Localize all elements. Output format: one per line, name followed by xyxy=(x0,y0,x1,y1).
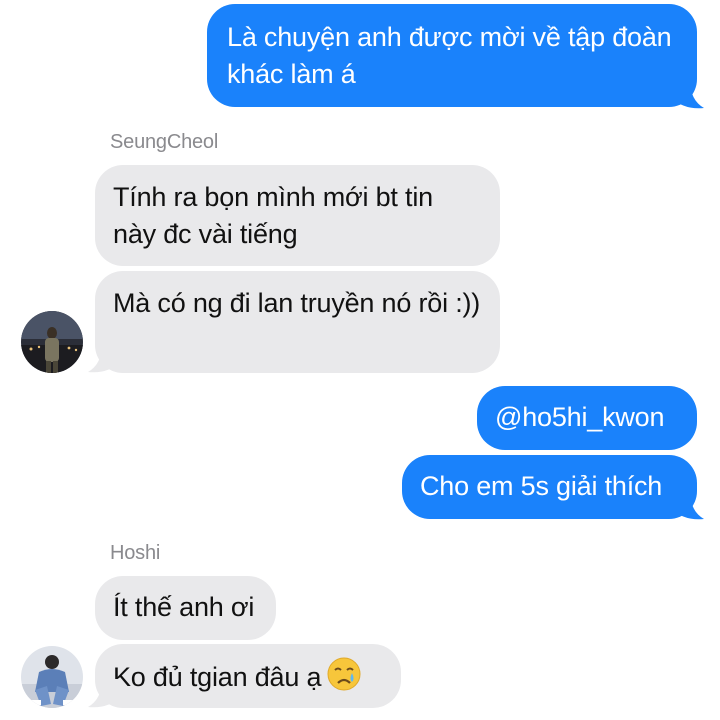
sender-name-hoshi: Hoshi xyxy=(110,542,161,564)
message-text: Là chuyện anh được mời về tập đoàn khác … xyxy=(227,22,672,89)
received-message-bubble[interactable]: Ít thế anh ơi xyxy=(95,576,276,640)
crying-face-icon xyxy=(327,657,361,701)
avatar-photo-icon xyxy=(21,311,83,373)
received-message-bubble[interactable]: Ko đủ tgian đâu ạ xyxy=(95,644,401,708)
message-text: Ko đủ tgian đâu ạ xyxy=(113,662,322,693)
received-message-bubble[interactable]: Tính ra bọn mình mới bt tin này đc vài t… xyxy=(95,165,500,266)
message-text: Ít thế anh ơi xyxy=(113,592,255,622)
sent-bubble-tail xyxy=(672,491,704,520)
avatar-photo-icon xyxy=(21,646,83,708)
received-bubble-tail xyxy=(88,344,120,373)
avatar-seungcheol[interactable] xyxy=(21,311,83,373)
avatar-hoshi[interactable] xyxy=(21,646,83,708)
mention-text: @ho5hi_kwon xyxy=(495,402,665,432)
received-message-bubble[interactable]: Mà có ng đi lan truyền nó rồi :)) xyxy=(95,271,500,373)
sender-name-seungcheol: SeungCheol xyxy=(110,131,219,153)
received-bubble-tail xyxy=(88,679,120,708)
sent-message-bubble[interactable]: Cho em 5s giải thích xyxy=(402,455,697,519)
message-text: Cho em 5s giải thích xyxy=(420,471,663,501)
message-text: Mà có ng đi lan truyền nó rồi :)) xyxy=(113,288,481,318)
sent-bubble-tail xyxy=(672,80,704,109)
sent-message-bubble[interactable]: @ho5hi_kwon xyxy=(477,386,697,450)
message-text: Tính ra bọn mình mới bt tin này đc vài t… xyxy=(113,182,433,249)
sent-message-bubble[interactable]: Là chuyện anh được mời về tập đoàn khác … xyxy=(207,4,697,107)
